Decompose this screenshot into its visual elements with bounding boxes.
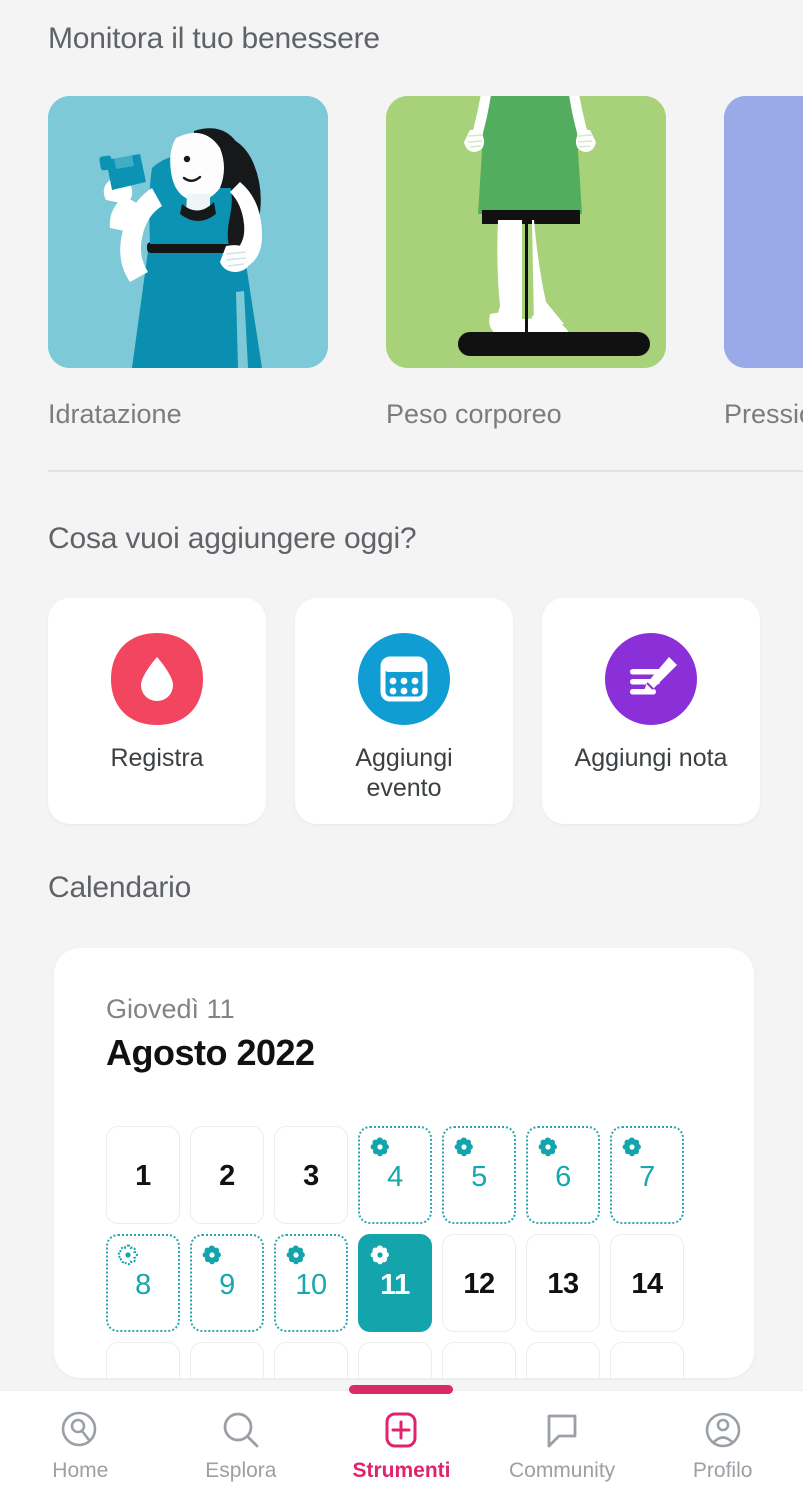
calendar-weekday: Giovedì 11: [106, 994, 235, 1024]
note-pencil-icon: [603, 631, 699, 727]
nav-item-home[interactable]: Home: [0, 1391, 161, 1500]
calendar-day-number: 2: [219, 1160, 235, 1192]
nav-item-label: Strumenti: [352, 1459, 451, 1482]
calendar-month-year: Agosto 2022: [106, 1032, 315, 1073]
flower-marker-icon: [116, 1244, 140, 1268]
flower-marker-icon: [368, 1244, 392, 1268]
flower-marker-icon: [200, 1244, 224, 1268]
calendar-card[interactable]: Giovedì 11 Agosto 2022 1 2 3 4 5 6 7 8 9 10 11 12 13…: [54, 948, 754, 1378]
water-drop-icon: [109, 631, 205, 727]
calendar-day-cell-empty: [526, 1342, 600, 1378]
flower-marker-icon: [536, 1136, 560, 1160]
calendar-day-cell[interactable]: 3: [274, 1126, 348, 1224]
legs-on-scale-illustration: [386, 96, 666, 368]
calendar-day-cell-empty: [358, 1342, 432, 1378]
calendar-day-cell[interactable]: 12: [442, 1234, 516, 1332]
calendar-day-grid: 1 2 3 4 5 6 7 8 9 10 11 12 13 14: [106, 1126, 702, 1378]
calendar-day-number: 13: [547, 1268, 579, 1300]
woman-drinking-illustration: [48, 96, 328, 368]
magnifier-icon: [220, 1409, 262, 1451]
add-tile-aggiungi-nota[interactable]: Aggiungi nota: [542, 598, 760, 824]
wellness-card-peso-corporeo[interactable]: Peso corporeo: [386, 96, 666, 441]
wellness-card-label: Pressione: [724, 399, 803, 429]
wellness-cards-row: Idratazione Peso corporeo Pressi: [48, 96, 803, 441]
nav-item-label: Home: [52, 1459, 109, 1482]
calendar-day-cell[interactable]: 4: [358, 1126, 432, 1224]
wellness-card-label: Peso corporeo: [386, 399, 562, 429]
flower-marker-icon: [368, 1136, 392, 1160]
calendar-day-number: 1: [135, 1160, 151, 1192]
section-title-monitor: Monitora il tuo benessere: [48, 22, 380, 55]
calendar-day-number: 12: [463, 1268, 495, 1300]
flower-marker-icon: [620, 1136, 644, 1160]
calendar-day-cell[interactable]: 10: [274, 1234, 348, 1332]
section-title-calendario: Calendario: [48, 871, 192, 904]
calendar-day-cell-empty: [190, 1342, 264, 1378]
calendar-day-cell[interactable]: 11: [358, 1234, 432, 1332]
calendar-day-number: 4: [387, 1161, 403, 1193]
add-tile-label: Aggiungi evento: [355, 744, 453, 802]
chat-bubble-icon: [541, 1409, 583, 1451]
calendar-day-cell[interactable]: 6: [526, 1126, 600, 1224]
calendar-day-number: 7: [639, 1161, 655, 1193]
calendar-day-cell-empty: [442, 1342, 516, 1378]
calendar-day-cell[interactable]: 1: [106, 1126, 180, 1224]
calendar-day-number: 5: [471, 1161, 487, 1193]
bottom-navigation-bar: Home Esplora Strumenti Community Profilo: [0, 1385, 803, 1500]
person-circle-icon: [702, 1409, 744, 1451]
calendar-day-cell[interactable]: 5: [442, 1126, 516, 1224]
section-title-add-today: Cosa vuoi aggiungere oggi?: [48, 522, 417, 555]
calendar-day-cell[interactable]: 7: [610, 1126, 684, 1224]
add-actions-row: Registra Aggiungi evento Aggiungi nota: [48, 598, 760, 824]
calendar-day-number: 6: [555, 1161, 571, 1193]
calendar-day-cell-empty: [106, 1342, 180, 1378]
nav-item-label: Esplora: [205, 1459, 277, 1482]
calendar-day-number: 11: [380, 1269, 410, 1301]
calendar-day-cell[interactable]: 8: [106, 1234, 180, 1332]
calendar-icon: [356, 631, 452, 727]
app-screen: Monitora il tuo benessere Idratazione Pe…: [0, 0, 803, 1500]
calendar-day-number: 9: [219, 1269, 235, 1301]
nav-item-strumenti[interactable]: Strumenti: [321, 1385, 482, 1500]
calendar-day-cell-empty: [610, 1342, 684, 1378]
wellness-card-pressione[interactable]: Pressione: [724, 96, 803, 441]
nav-item-label: Profilo: [692, 1459, 753, 1482]
calendar-day-number: 3: [303, 1160, 319, 1192]
calendar-day-cell[interactable]: 2: [190, 1126, 264, 1224]
active-tab-indicator: [349, 1385, 454, 1394]
nav-item-label: Community: [508, 1459, 616, 1482]
nav-item-community[interactable]: Community: [482, 1391, 643, 1500]
add-tile-registra[interactable]: Registra: [48, 598, 266, 824]
plus-square-icon: [380, 1409, 422, 1451]
calendar-day-number: 8: [135, 1269, 151, 1301]
wellness-card-label: Idratazione: [48, 399, 182, 429]
calendar-day-cell[interactable]: 9: [190, 1234, 264, 1332]
add-tile-aggiungi-evento[interactable]: Aggiungi evento: [295, 598, 513, 824]
add-tile-label: Aggiungi nota: [574, 744, 728, 772]
section-divider: [48, 470, 803, 472]
flower-marker-icon: [452, 1136, 476, 1160]
blood-pressure-illustration: [724, 96, 803, 368]
add-tile-label: Registra: [110, 744, 204, 772]
calendar-day-cell[interactable]: 14: [610, 1234, 684, 1332]
wellness-card-idratazione[interactable]: Idratazione: [48, 96, 328, 441]
calendar-day-number: 14: [631, 1268, 663, 1300]
calendar-day-cell[interactable]: 13: [526, 1234, 600, 1332]
nav-item-esplora[interactable]: Esplora: [161, 1391, 322, 1500]
calendar-day-number: 10: [295, 1269, 327, 1301]
calendar-day-cell-empty: [274, 1342, 348, 1378]
home-search-icon: [59, 1409, 101, 1451]
flower-marker-icon: [284, 1244, 308, 1268]
nav-item-profilo[interactable]: Profilo: [642, 1391, 803, 1500]
